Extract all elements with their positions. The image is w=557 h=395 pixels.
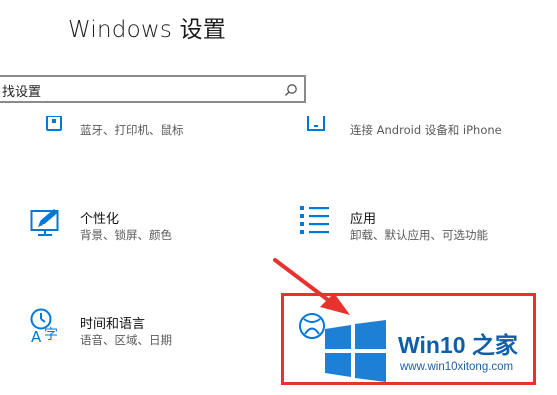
search-input-value: 找设置 — [2, 85, 42, 100]
page-title: Windows 设置 — [68, 17, 226, 43]
tile-devices-desc: 蓝牙、打印机、鼠标 — [80, 123, 184, 137]
tile-time-language-title: 时间和语言 — [80, 317, 146, 332]
tile-apps-title: 应用 — [350, 212, 377, 227]
phone-icon — [307, 116, 325, 131]
search-input[interactable]: 找设置 — [0, 75, 306, 103]
watermark-url: www.win10xitong.com — [400, 361, 514, 373]
tile-time-language-desc: 语音、区域、日期 — [80, 333, 172, 347]
tile-personalization-title: 个性化 — [80, 212, 120, 227]
tile-personalization-desc: 背景、锁屏、颜色 — [80, 228, 172, 242]
apps-icon — [300, 206, 329, 234]
search-icon[interactable] — [284, 83, 298, 97]
svg-text:字: 字 — [44, 327, 58, 343]
svg-text:A: A — [31, 328, 42, 344]
devices-icon — [46, 116, 62, 131]
personalization-icon — [30, 209, 59, 236]
watermark: Win10 之家 www.win10xitong.com — [322, 318, 557, 384]
tile-phone-desc: 连接 Android 设备和 iPhone — [350, 123, 502, 137]
tile-apps-desc: 卸载、默认应用、可选功能 — [350, 228, 488, 242]
windows-logo-icon — [325, 320, 386, 382]
watermark-title: Win10 之家 — [398, 332, 518, 358]
time-language-icon: A 字 — [30, 308, 58, 344]
arrow-annotation — [273, 258, 350, 315]
